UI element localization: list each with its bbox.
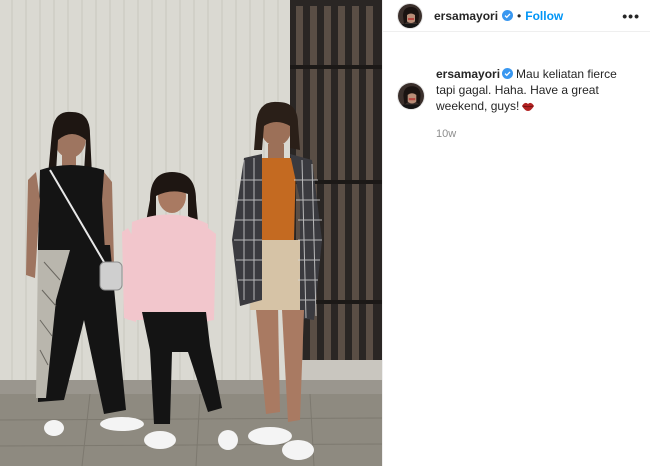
separator-dot: • — [517, 8, 522, 23]
post-header: ersamayori • Follow ••• — [383, 0, 650, 32]
caption-username[interactable]: ersamayori — [436, 67, 500, 81]
verified-badge-icon — [502, 67, 514, 79]
caption-avatar[interactable] — [397, 82, 425, 110]
caption-body: ersamayori Mau keliatan fierce tapi gagal… — [436, 66, 636, 116]
post-image — [0, 0, 382, 466]
more-options-icon[interactable]: ••• — [622, 8, 640, 24]
caption: ersamayori Mau keliatan fierce tapi gagal… — [383, 32, 650, 116]
verified-badge-icon — [502, 10, 514, 21]
post-photo[interactable] — [0, 0, 382, 466]
follow-button[interactable]: Follow — [525, 9, 563, 23]
username[interactable]: ersamayori — [434, 9, 498, 23]
lips-emoji-icon — [521, 100, 535, 116]
post-sidebar: ersamayori • Follow ••• ersamayori Mau ke… — [382, 0, 650, 466]
post-timestamp[interactable]: 10w — [436, 128, 650, 140]
avatar[interactable] — [397, 2, 423, 29]
